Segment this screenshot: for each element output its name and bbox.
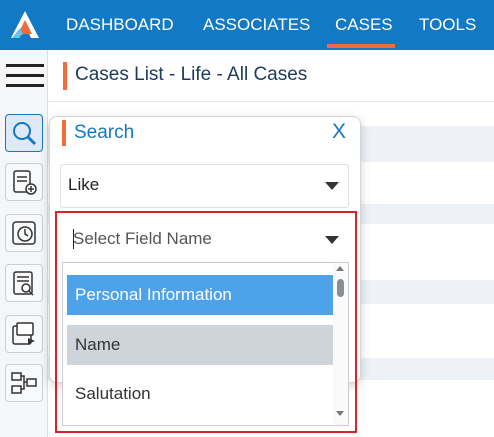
active-tab-indicator (327, 44, 395, 48)
page-title: Cases List - Life - All Cases (75, 64, 308, 85)
list-item[interactable]: Salutation (67, 374, 333, 414)
text-cursor (73, 229, 74, 249)
export-icon (12, 322, 35, 345)
hamburger-menu-icon[interactable] (6, 60, 44, 92)
workflow-button[interactable] (5, 364, 43, 402)
app-logo-icon[interactable] (8, 8, 42, 42)
chevron-down-icon[interactable] (325, 182, 339, 190)
add-document-button[interactable] (5, 163, 43, 201)
add-document-icon (13, 170, 37, 195)
page-title-accent (63, 62, 67, 90)
document-search-button[interactable] (5, 264, 43, 302)
search-panel-title: Search (74, 122, 135, 143)
operator-select-value: Like (68, 175, 100, 194)
list-item[interactable]: Name (67, 325, 333, 365)
scroll-down-icon[interactable] (336, 411, 344, 416)
scrollbar-thumb[interactable] (337, 279, 344, 297)
search-tool-button[interactable] (5, 114, 43, 152)
document-search-icon (13, 271, 34, 296)
history-icon (12, 221, 36, 245)
nav-tools[interactable]: TOOLS (419, 0, 476, 50)
nav-dashboard[interactable]: DASHBOARD (66, 0, 174, 50)
list-item[interactable]: Personal Information (67, 275, 333, 315)
nav-cases[interactable]: CASES (335, 0, 393, 50)
chevron-down-icon[interactable] (325, 236, 339, 244)
field-name-placeholder: Select Field Name (73, 229, 212, 248)
panel-title-accent (62, 120, 66, 146)
scroll-up-icon[interactable] (336, 266, 344, 271)
export-button[interactable] (5, 315, 43, 353)
history-button[interactable] (5, 214, 43, 252)
operator-select[interactable] (60, 164, 349, 208)
top-nav-bar: DASHBOARD ASSOCIATES CASES TOOLS (0, 0, 494, 50)
close-icon[interactable]: X (332, 120, 346, 144)
nav-associates[interactable]: ASSOCIATES (203, 0, 310, 50)
search-icon (13, 122, 37, 146)
workflow-icon (11, 372, 37, 394)
